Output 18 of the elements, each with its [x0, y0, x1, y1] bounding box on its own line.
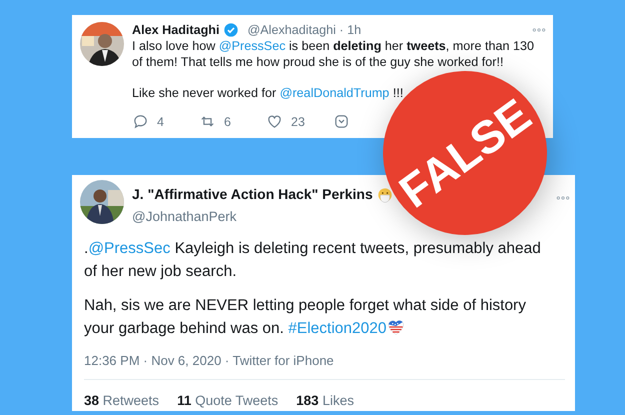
heart-icon[interactable] [266, 113, 283, 130]
stat-count[interactable]: 38 Retweets [84, 390, 160, 411]
tweet-text: Like she never worked for @realDonaldTrump !!! [132, 85, 404, 100]
action-count: 4 [157, 114, 164, 130]
action-count: 23 [291, 114, 305, 130]
stat-count[interactable]: 11 Quote Tweets [177, 390, 278, 411]
reply-icon[interactable] [132, 113, 149, 130]
user-name[interactable]: Alex Haditaghi [132, 22, 220, 38]
action-count: 6 [224, 114, 231, 130]
share-icon[interactable] [333, 113, 350, 130]
user-handle[interactable]: @JohnathanPerk [132, 207, 237, 228]
tweet-text: Nah, sis we are NEVER letting people forget what side of history your garbage behind was on. #Election2020 [84, 296, 527, 339]
tweet-text: .@PressSec Kayleigh is deleting recent tweets, presumably ahead of her new job search. [84, 239, 541, 282]
user-name[interactable]: J. "Affirmative Action Hack" Perkins [132, 184, 373, 205]
stat-count[interactable]: 183 Likes [296, 390, 354, 411]
tweet-timestamp: 12:36 PM · Nov 6, 2020 · Twitter for iPhone [84, 351, 565, 380]
user-handle: @Alexhaditaghi · 1h [247, 22, 362, 38]
tweet-text: I also love how @PressSec is been deleting her tweets, more than 130 of them! That tells me how proud she is of the guy she worked for!! [132, 38, 536, 70]
